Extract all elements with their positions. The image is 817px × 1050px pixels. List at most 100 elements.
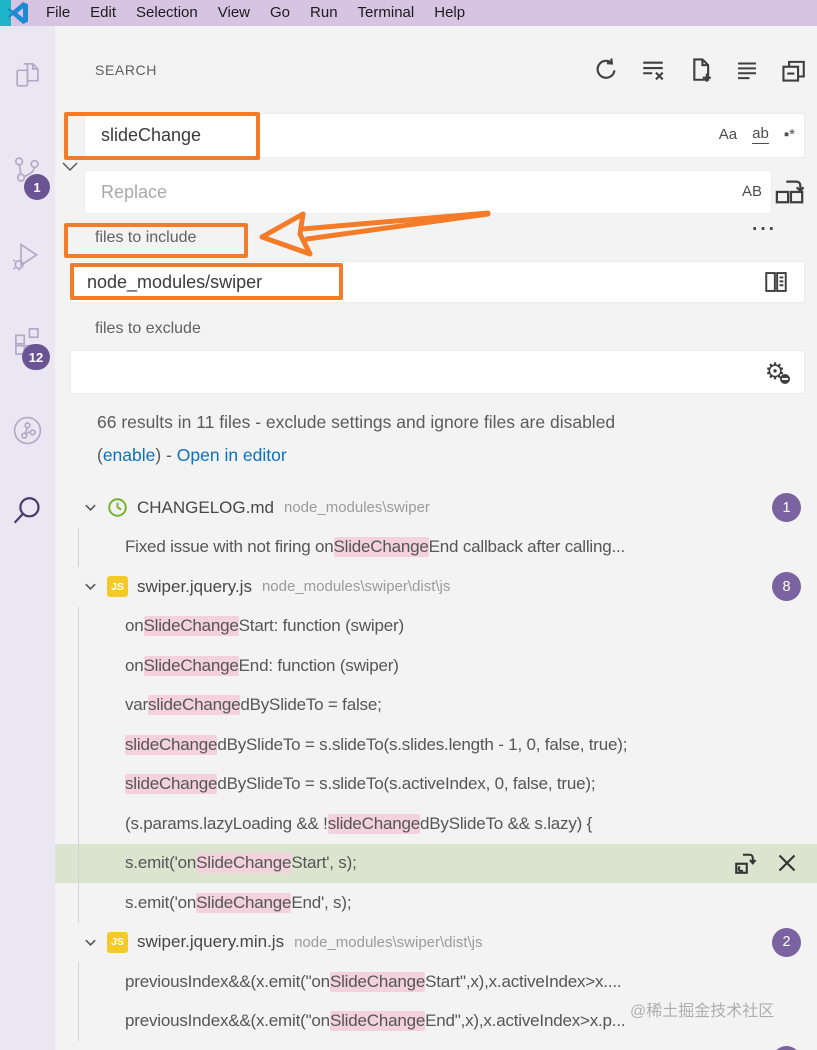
match-highlight: slideChange <box>125 774 218 795</box>
chevron-down-icon[interactable] <box>83 579 98 594</box>
result-actions <box>734 844 799 884</box>
enable-link[interactable]: enable <box>103 445 156 465</box>
menu-item-terminal[interactable]: Terminal <box>348 0 425 26</box>
preserve-case-icon[interactable]: AB <box>742 183 762 200</box>
search-result-line[interactable]: var slideChange dBySlideTo = false; <box>55 685 817 726</box>
menu-item-edit[interactable]: Edit <box>80 0 126 26</box>
result-text: Start: function (swiper) <box>238 616 404 636</box>
result-text: s.emit('on <box>125 853 197 873</box>
menu-item-run[interactable]: Run <box>300 0 348 26</box>
search-options: Aa ab ▪* <box>719 126 795 144</box>
result-text: End callback after calling... <box>428 537 626 557</box>
whole-word-icon[interactable]: ab <box>752 126 769 144</box>
result-text: dBySlideTo = s.slideTo(s.activeIndex, 0,… <box>217 774 596 794</box>
file-row[interactable]: JS swiper.jquery.min.js node_modules\swi… <box>55 923 817 963</box>
chevron-down-icon[interactable] <box>83 500 98 515</box>
result-text: Fixed issue with not firing on <box>125 537 334 557</box>
files-to-include-label: files to include <box>95 229 197 246</box>
search-result-line[interactable]: slideChange dBySlideTo = s.slideTo(s.acti… <box>55 764 817 805</box>
match-case-icon[interactable]: Aa <box>719 127 737 143</box>
open-new-search-editor-icon[interactable] <box>687 57 713 83</box>
file-row[interactable]: JS <box>55 1041 817 1050</box>
summary-text-2: ) - <box>155 445 177 465</box>
gear-minus-icon <box>780 374 790 384</box>
match-highlight: SlideChange <box>329 971 426 992</box>
js-file-icon: JS <box>107 931 128 953</box>
result-text: End",x),x.activeIndex>x.p... <box>425 1011 626 1031</box>
match-highlight: slideChange <box>327 813 421 834</box>
match-highlight: SlideChange <box>329 1011 426 1032</box>
menu-item-selection[interactable]: Selection <box>126 0 208 26</box>
match-count-badge: 8 <box>772 572 801 602</box>
search-result-line[interactable]: (s.params.lazyLoading && ! slideChange dBy… <box>55 804 817 844</box>
match-highlight: SlideChange <box>143 655 239 676</box>
search-result-line[interactable]: previousIndex&&(x.emit("on SlideChange Sta… <box>55 962 817 1002</box>
toggle-search-details-icon[interactable]: ··· <box>752 219 777 241</box>
search-toolbar <box>593 57 807 83</box>
result-text: var <box>125 695 149 715</box>
match-highlight: slideChange <box>148 695 241 716</box>
clear-search-results-icon[interactable] <box>640 57 666 83</box>
menu-item-view[interactable]: View <box>208 0 260 26</box>
changelog-file-icon <box>107 497 128 518</box>
file-row[interactable]: JS swiper.jquery.js node_modules\swiper\… <box>55 567 817 607</box>
exclude-settings-gear-icon[interactable]: ⚙ <box>761 357 790 385</box>
result-text: End', s); <box>291 892 352 912</box>
match-count-badge: 2 <box>772 927 801 957</box>
view-as-list-icon[interactable] <box>734 57 760 83</box>
match-highlight: SlideChange <box>333 537 429 558</box>
result-text: previousIndex&&(x.emit("on <box>125 1011 330 1031</box>
file-path: node_modules\swiper <box>283 499 430 517</box>
menu-item-help[interactable]: Help <box>424 0 475 26</box>
search-result-line[interactable]: s.emit('on SlideChange End', s); <box>55 883 817 923</box>
result-text: on <box>125 616 144 636</box>
replace-input[interactable] <box>84 170 772 214</box>
file-row[interactable]: CHANGELOG.md node_modules\swiper 1 <box>55 488 817 528</box>
search-result-line[interactable]: s.emit('on SlideChange Start', s); <box>55 843 817 884</box>
remote-explorer-icon[interactable] <box>12 415 43 446</box>
result-text: s.emit('on <box>125 892 197 912</box>
toggle-replace-chevron-icon[interactable] <box>60 157 80 177</box>
files-to-exclude-input[interactable] <box>70 350 805 394</box>
result-text: dBySlideTo && s.lazy) { <box>420 813 593 833</box>
refresh-icon[interactable] <box>593 57 619 83</box>
explorer-icon[interactable] <box>12 60 43 91</box>
source-control-badge: 1 <box>24 174 50 200</box>
replace-icon[interactable] <box>734 851 758 875</box>
run-and-debug-icon[interactable] <box>12 240 43 271</box>
result-text: dBySlideTo = false; <box>240 695 382 715</box>
menu-bar: File Edit Selection View Go Run Terminal Help <box>0 0 817 26</box>
replace-all-icon[interactable] <box>775 176 805 206</box>
close-icon[interactable] <box>775 851 799 875</box>
menu-item-go[interactable]: Go <box>260 0 300 26</box>
file-name: swiper.jquery.js <box>137 576 252 596</box>
search-result-line[interactable]: Fixed issue with not firing on SlideChang… <box>55 527 817 568</box>
file-path: node_modules\swiper\dist\js <box>294 933 483 951</box>
collapse-all-icon[interactable] <box>781 57 807 83</box>
regex-icon[interactable]: ▪* <box>784 127 795 143</box>
watermark: @稀土掘金技术社区 <box>630 1003 775 1020</box>
search-result-line[interactable]: on SlideChange End: function (swiper) <box>55 646 817 686</box>
search-panel: SEARCH Aa ab ▪* AB files to include ··· <box>55 26 817 1050</box>
panel-title: SEARCH <box>95 62 157 78</box>
menu-items: File Edit Selection View Go Run Terminal Help <box>36 0 475 26</box>
match-highlight: SlideChange <box>196 892 292 913</box>
extensions-badge: 12 <box>22 344 50 370</box>
chevron-down-icon[interactable] <box>83 935 98 950</box>
files-to-include-input[interactable] <box>70 261 805 303</box>
result-text: on <box>125 655 144 675</box>
match-highlight: slideChange <box>125 734 218 755</box>
file-name: swiper.jquery.min.js <box>137 932 285 952</box>
search-only-open-editors-icon[interactable] <box>763 269 789 295</box>
match-count-badge <box>772 1046 801 1050</box>
result-text: Start",x),x.activeIndex>x.... <box>425 971 622 991</box>
menu-item-file[interactable]: File <box>36 0 80 26</box>
vscode-logo-icon <box>7 2 29 24</box>
match-highlight: SlideChange <box>196 853 292 874</box>
search-icon[interactable] <box>12 495 43 526</box>
search-input[interactable] <box>84 113 805 158</box>
result-text: End: function (swiper) <box>238 655 399 675</box>
search-result-line[interactable]: on SlideChange Start: function (swiper) <box>55 606 817 647</box>
open-in-editor-link[interactable]: Open in editor <box>177 445 287 465</box>
search-result-line[interactable]: slideChange dBySlideTo = s.slideTo(s.slid… <box>55 725 817 765</box>
